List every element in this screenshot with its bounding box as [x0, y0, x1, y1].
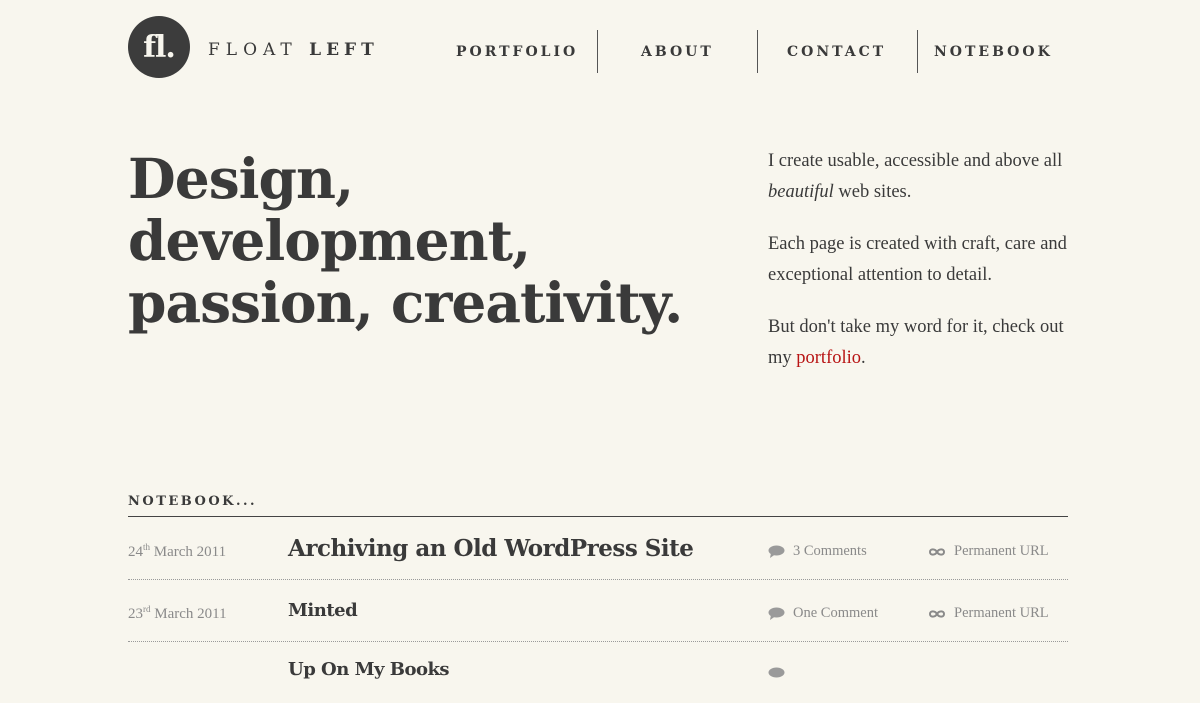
- intro-text-part: web sites.: [833, 182, 912, 202]
- notebook-post-row: 24th March 2011 Archiving an Old WordPre…: [128, 517, 1068, 580]
- comment-bubble-icon: [768, 667, 785, 680]
- notebook-heading: NOTEBOOK...: [128, 494, 258, 509]
- intro-emphasis: beautiful: [768, 182, 834, 202]
- intro-paragraph: I create usable, accessible and above al…: [768, 146, 1068, 208]
- comment-bubble-icon: [768, 545, 785, 558]
- nav-portfolio[interactable]: PORTFOLIO: [456, 44, 578, 60]
- notebook-post-row: 23rd March 2011 Minted One Comment Perma…: [128, 579, 1068, 642]
- intro-text-part: I create usable, accessible and above al…: [768, 151, 1063, 171]
- intro-paragraph: Each page is created with craft, care an…: [768, 234, 1067, 285]
- logo-mark: fl.: [128, 16, 190, 78]
- nav-about[interactable]: ABOUT: [641, 44, 714, 60]
- intro-text-part: .: [861, 348, 866, 368]
- hero-line: Design,: [128, 146, 354, 211]
- hero-line: development,: [128, 208, 531, 273]
- post-date: 23rd March 2011: [128, 604, 227, 623]
- nav-divider: [757, 30, 758, 73]
- post-date-suffix: th: [143, 542, 151, 552]
- post-comments-count: One Comment: [793, 605, 878, 621]
- infinity-link-icon: [928, 547, 946, 557]
- comment-bubble-icon: [768, 607, 785, 620]
- infinity-link-icon: [928, 609, 946, 619]
- post-permalink-label: Permanent URL: [954, 543, 1049, 559]
- notebook-post-row: Up On My Books: [128, 641, 1068, 703]
- post-date-month: March 2011: [154, 606, 227, 622]
- post-comments-count: 3 Comments: [793, 543, 867, 559]
- post-title-link[interactable]: Archiving an Old WordPress Site: [288, 535, 694, 562]
- hero-line: passion, creativity.: [128, 270, 683, 335]
- post-permalink[interactable]: Permanent URL: [928, 543, 1049, 560]
- portfolio-link[interactable]: portfolio: [796, 348, 861, 368]
- post-comments-link[interactable]: 3 Comments: [768, 543, 867, 560]
- site-name-word1: FLOAT: [208, 40, 298, 60]
- post-permalink-label: Permanent URL: [954, 605, 1049, 621]
- site-name: FLOAT LEFT: [208, 40, 379, 60]
- nav-divider: [597, 30, 598, 73]
- post-date-month: March 2011: [153, 544, 227, 560]
- nav-notebook[interactable]: NOTEBOOK: [934, 44, 1053, 60]
- site-name-word2: LEFT: [309, 40, 379, 60]
- intro-paragraph: But don't take my word for it, check out…: [768, 312, 1068, 374]
- nav-divider: [917, 30, 918, 73]
- post-date: 24th March 2011: [128, 542, 226, 561]
- post-date-suffix: rd: [143, 604, 151, 614]
- post-permalink[interactable]: Permanent URL: [928, 605, 1049, 622]
- hero-heading: Design, development, passion, creativity…: [128, 146, 683, 335]
- post-comments-link[interactable]: One Comment: [768, 605, 878, 622]
- post-title-link[interactable]: Minted: [288, 600, 358, 621]
- intro-text: I create usable, accessible and above al…: [768, 146, 1068, 395]
- post-date-day: 23: [128, 606, 143, 622]
- nav-contact[interactable]: CONTACT: [787, 44, 886, 60]
- post-date-day: 24: [128, 544, 143, 560]
